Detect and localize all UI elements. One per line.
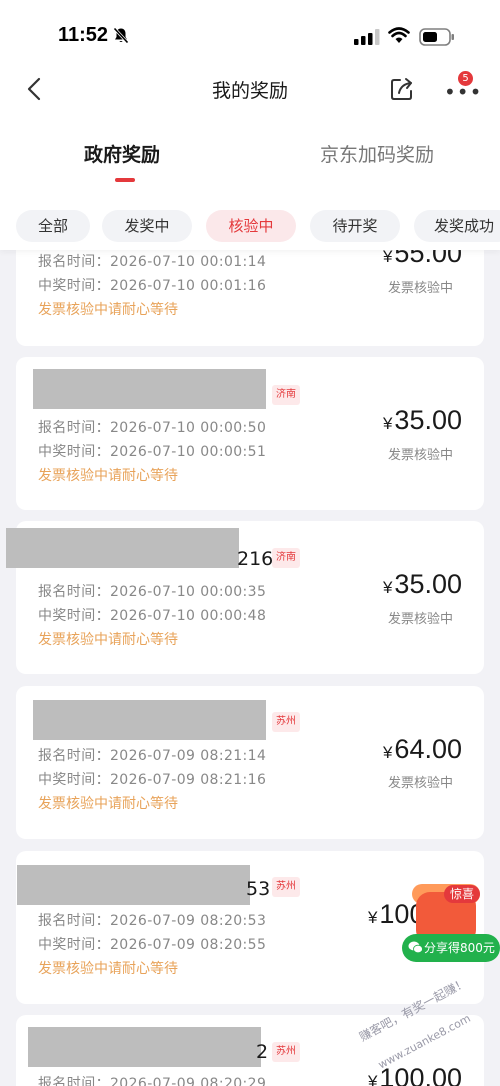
reward-card[interactable]: 苏州 报名时间：2026-07-09 08:21:14 中奖时间：2026-07… [16, 686, 484, 839]
cellular-signal-icon [354, 29, 380, 45]
status-filter-bar: 全部 发奖中 核验中 待开奖 发奖成功 [0, 210, 500, 242]
more-options-button[interactable]: ••• 5 [442, 71, 481, 102]
reward-status: 发票核验中 [387, 612, 453, 627]
share-icon[interactable] [389, 76, 415, 102]
city-tag: 济南 [272, 548, 300, 568]
win-time-row: 中奖时间：2026-07-09 08:20:55 [38, 937, 267, 953]
verification-notice: 发票核验中请耐心等待 [38, 796, 178, 812]
win-time-row: 中奖时间：2026-07-10 00:01:16 [38, 278, 267, 294]
share-reward-float-button[interactable]: 惊喜 分享得800元 [402, 882, 500, 966]
redacted-invoice-id [33, 700, 266, 740]
page-title: 我的奖励 [211, 80, 288, 102]
city-tag: 济南 [272, 385, 300, 405]
tab-government-rewards[interactable]: 政府奖励 [84, 140, 160, 167]
wechat-icon [408, 941, 423, 954]
verification-notice: 发票核验中请耐心等待 [38, 468, 178, 484]
city-tag: 苏州 [272, 1042, 300, 1062]
share-pill: 分享得800元 [402, 934, 500, 962]
win-time-row: 中奖时间：2026-07-09 08:21:16 [38, 772, 267, 788]
reward-status: 发票核验中 [387, 448, 453, 463]
redacted-invoice-id [33, 369, 266, 409]
tab-jd-bonus-rewards[interactable]: 京东加码奖励 [320, 140, 434, 167]
city-tag: 苏州 [272, 877, 300, 897]
main-tabs: 政府奖励 京东加码奖励 [0, 140, 500, 186]
invoice-id-tail: 2 [256, 1041, 269, 1063]
reward-amount: ¥35.00 [382, 569, 462, 599]
signup-time-row: 报名时间：2026-07-09 08:20:53 [38, 913, 267, 929]
win-time-row: 中奖时间：2026-07-10 00:00:51 [38, 444, 267, 460]
bell-muted-icon [113, 27, 129, 44]
redacted-invoice-id [17, 865, 250, 905]
verification-notice: 发票核验中请耐心等待 [38, 302, 178, 318]
redacted-invoice-id [28, 1027, 261, 1067]
reward-status: 发票核验中 [387, 281, 453, 296]
invoice-id-tail: 53 [246, 878, 271, 900]
reward-status: 发票核验中 [387, 776, 453, 791]
signup-time-row: 报名时间：2026-07-09 08:20:29 [38, 1076, 267, 1086]
filter-pending-draw[interactable]: 待开奖 [310, 210, 400, 242]
nav-bar: 我的奖励 ••• 5 [0, 66, 500, 112]
status-time: 11:52 [58, 24, 109, 46]
filter-award-success[interactable]: 发奖成功 [414, 210, 500, 242]
reward-card[interactable]: 济南 报名时间：2026-07-10 00:00:50 中奖时间：2026-07… [16, 357, 484, 510]
battery-icon [419, 28, 454, 46]
verification-notice: 发票核验中请耐心等待 [38, 961, 178, 977]
active-tab-indicator [115, 178, 135, 182]
filter-awarding[interactable]: 发奖中 [102, 210, 192, 242]
verification-notice: 发票核验中请耐心等待 [38, 632, 178, 648]
signup-time-row: 报名时间：2026-07-09 08:21:14 [38, 748, 267, 764]
redacted-invoice-id [6, 528, 239, 568]
city-tag: 苏州 [272, 712, 300, 732]
header: 11:52 我的奖励 ••• 5 政府奖励 京东加码奖励 全部 发奖中 核验中 … [0, 0, 500, 250]
share-text: 分享得800元 [424, 941, 495, 955]
reward-card[interactable]: 216 济南 报名时间：2026-07-10 00:00:35 中奖时间：202… [6, 521, 484, 674]
invoice-id-tail: 216 [237, 548, 274, 570]
filter-verifying[interactable]: 核验中 [206, 210, 296, 242]
signup-time-row: 报名时间：2026-07-10 00:00:50 [38, 420, 267, 436]
win-time-row: 中奖时间：2026-07-10 00:00:48 [38, 608, 267, 624]
signup-time-row: 报名时间：2026-07-10 00:01:14 [38, 254, 267, 270]
reward-amount: ¥35.00 [382, 405, 462, 435]
signup-time-row: 报名时间：2026-07-10 00:00:35 [38, 584, 267, 600]
surprise-tag: 惊喜 [444, 885, 481, 903]
filter-all[interactable]: 全部 [16, 210, 90, 242]
wifi-icon [388, 27, 410, 43]
reward-amount: ¥64.00 [382, 734, 462, 764]
status-bar: 11:52 [0, 0, 500, 72]
notification-badge: 5 [458, 71, 473, 86]
